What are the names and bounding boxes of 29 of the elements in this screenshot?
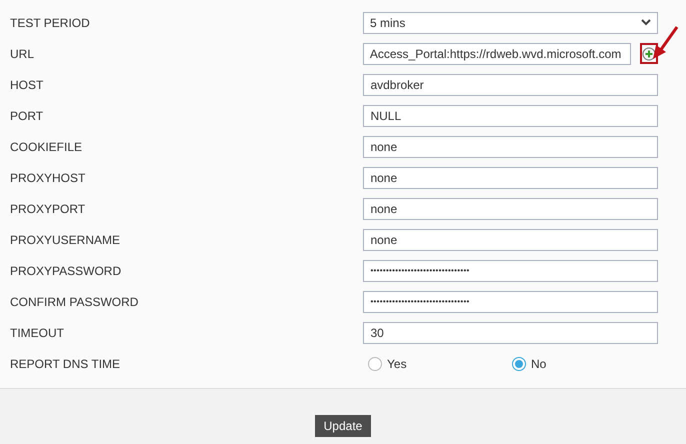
- annotation-arrow: [651, 25, 681, 61]
- field-label: TEST PERIOD: [10, 14, 91, 32]
- field-label: URL: [10, 46, 36, 62]
- input-field[interactable]: none: [363, 198, 658, 220]
- field-label: HOST: [10, 76, 44, 94]
- field-label: PROXYPORT: [10, 200, 86, 218]
- update-button[interactable]: Update: [314, 414, 372, 436]
- field-label: COOKIEFILE: [10, 138, 84, 156]
- input-field[interactable]: none: [363, 228, 658, 250]
- input-field[interactable]: none: [363, 136, 658, 158]
- field-label: REPORT DNS TIME: [10, 356, 122, 372]
- field-label: PROXYPASSWORD: [10, 262, 122, 280]
- input-field[interactable]: NULL: [363, 104, 658, 126]
- input-field[interactable]: 30: [363, 322, 658, 344]
- field-label: PROXYHOST: [10, 170, 86, 186]
- radio-option[interactable]: No: [512, 354, 546, 372]
- radio-option[interactable]: Yes: [368, 354, 512, 372]
- input-field[interactable]: none: [363, 166, 658, 188]
- field-label: TIMEOUT: [10, 324, 65, 342]
- input-field[interactable]: ••••••••••••••••••••••••••••••••: [363, 260, 658, 282]
- input-field[interactable]: Access_Portal:https://rdweb.wvd.microsoft.com: [362, 42, 631, 64]
- input-field[interactable]: ••••••••••••••••••••••••••••••••: [363, 290, 658, 312]
- input-field[interactable]: avdbroker: [363, 74, 658, 96]
- chevron-down-icon: [641, 19, 651, 26]
- dropdown[interactable]: 5 mins: [363, 12, 658, 34]
- field-label: CONFIRM PASSWORD: [10, 294, 140, 310]
- field-label: PROXYUSERNAME: [10, 232, 122, 248]
- add-icon: [642, 46, 656, 60]
- field-label: PORT: [10, 108, 44, 124]
